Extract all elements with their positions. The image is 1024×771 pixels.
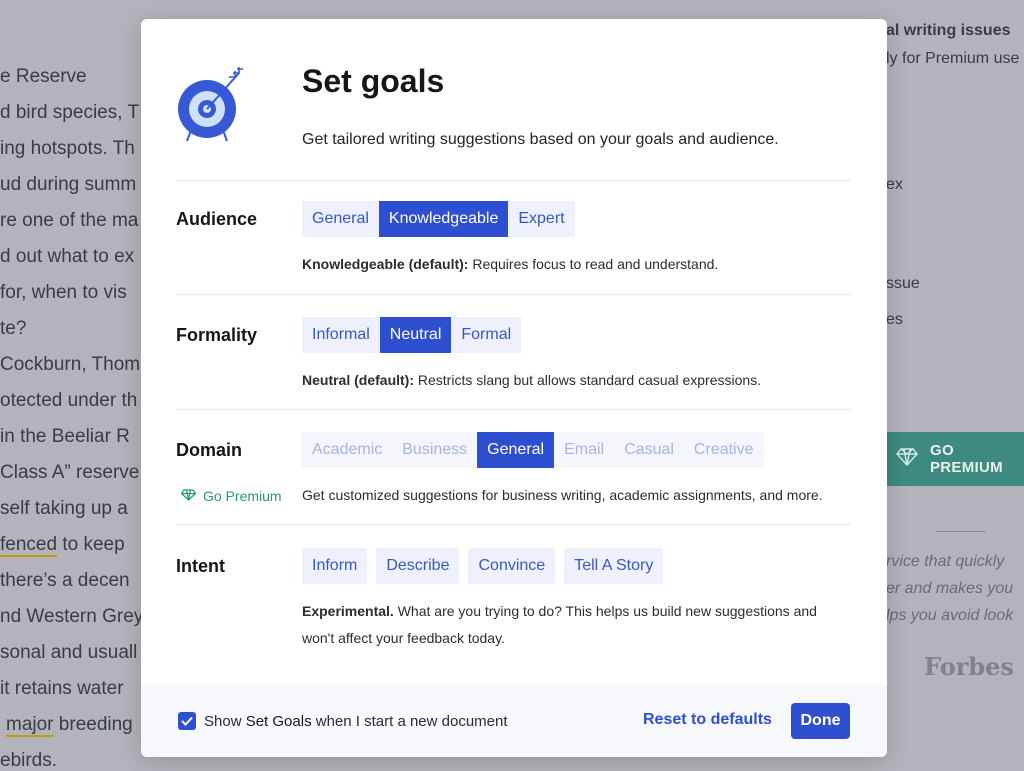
section-divider [176,409,851,410]
go-premium-sidebar-label: GO PREMIUM [930,442,1003,476]
flagged-word[interactable]: fenced [0,534,58,557]
doc-line: otected under th [0,390,138,411]
doc-line: ud during summ [0,174,137,195]
doc-line: d out what to ex [0,246,135,267]
doc-line: ing hotspots. Th [0,138,135,159]
diamond-icon [180,488,197,504]
doc-line: there’s a decen [0,570,130,591]
set-goals-dialog: Set goals Get tailored writing suggestio… [141,19,887,757]
doc-line: e Reserve [0,66,87,87]
testimonial-line: er and makes you [886,580,1014,597]
intent-option-tell-a-story[interactable]: Tell A Story [564,548,664,584]
show-on-start-label[interactable]: Show Set Goals when I start a new docume… [204,713,508,730]
sidebar-item: ssue [886,275,920,292]
go-premium-link[interactable]: Go Premium [180,488,282,504]
doc-line: te? [0,318,27,339]
dialog-title: Set goals [302,63,445,99]
diamond-icon [896,448,918,470]
domain-description: Get customized suggestions for business … [302,487,823,503]
audience-label: Audience [176,209,258,229]
formality-option-neutral[interactable]: Neutral [379,317,452,353]
formality-description: Neutral (default): Restricts slang but a… [302,372,762,388]
audience-options: General Knowledgeable Expert [302,201,575,237]
doc-line: Cockburn, Thom [0,354,141,375]
domain-option-casual[interactable]: Casual [614,432,684,468]
section-divider [176,294,851,295]
doc-line: for, when to vis [0,282,127,303]
section-divider [176,524,851,525]
domain-option-academic[interactable]: Academic [302,432,393,468]
go-premium-sidebar-button[interactable]: GO PREMIUM [886,432,1024,486]
go-premium-label: Go Premium [203,488,282,504]
flagged-word[interactable]: major [6,714,54,737]
intent-option-describe[interactable]: Describe [376,548,460,584]
formality-option-formal[interactable]: Formal [451,317,522,353]
doc-line: Class A” reserve [0,462,140,483]
doc-line: re one of the ma [0,210,139,231]
audience-description: Knowledgeable (default): Requires focus … [302,256,719,272]
doc-line: in the Beeliar R [0,426,130,447]
doc-line: fenced to keep [0,534,125,557]
done-button[interactable]: Done [791,703,850,739]
assistant-sidebar: al writing issues ly for Premium use ex … [886,0,1024,771]
domain-option-email[interactable]: Email [554,432,615,468]
formality-option-informal[interactable]: Informal [302,317,380,353]
sidebar-title: al writing issues [886,22,1011,39]
intent-label: Intent [176,556,225,576]
doc-line: nd Western Grey [0,606,144,627]
doc-line: sonal and usuall [0,642,138,663]
domain-label: Domain [176,440,243,460]
domain-option-business[interactable]: Business [392,432,478,468]
sidebar-divider [936,531,986,532]
intent-options: Inform Describe Convince Tell A Story [302,548,664,584]
sidebar-item: ex [886,176,903,193]
intent-option-inform[interactable]: Inform [302,548,368,584]
show-on-start-checkbox[interactable] [178,712,196,730]
doc-line: ebirds. [0,750,58,771]
formality-options: Informal Neutral Formal [302,317,522,353]
target-icon [171,63,251,143]
sidebar-item: es [886,311,903,328]
forbes-logo: Forbes [924,652,1014,681]
intent-description: Experimental. What are you trying to do?… [302,603,817,646]
audience-option-knowledgeable[interactable]: Knowledgeable [378,201,509,237]
testimonial-line: lps you avoid look [886,607,1014,624]
sidebar-subtitle: ly for Premium use [886,50,1020,67]
domain-option-creative[interactable]: Creative [683,432,764,468]
doc-line: it retains water [0,678,124,699]
audience-option-expert[interactable]: Expert [508,201,575,237]
section-divider [176,180,851,181]
dialog-subtitle: Get tailored writing suggestions based o… [302,131,779,148]
intent-option-convince[interactable]: Convince [468,548,556,584]
doc-line: self taking up a [0,498,128,519]
reset-to-defaults-button[interactable]: Reset to defaults [643,711,772,729]
domain-option-general[interactable]: General [477,432,555,468]
formality-label: Formality [176,325,258,345]
domain-options: Academic Business General Email Casual C… [302,432,764,468]
testimonial-line: rvice that quickly [886,553,1005,570]
audience-option-general[interactable]: General [302,201,379,237]
doc-line: d bird species, T [0,102,140,123]
doc-line: major breeding [6,714,133,737]
check-icon [181,716,193,726]
